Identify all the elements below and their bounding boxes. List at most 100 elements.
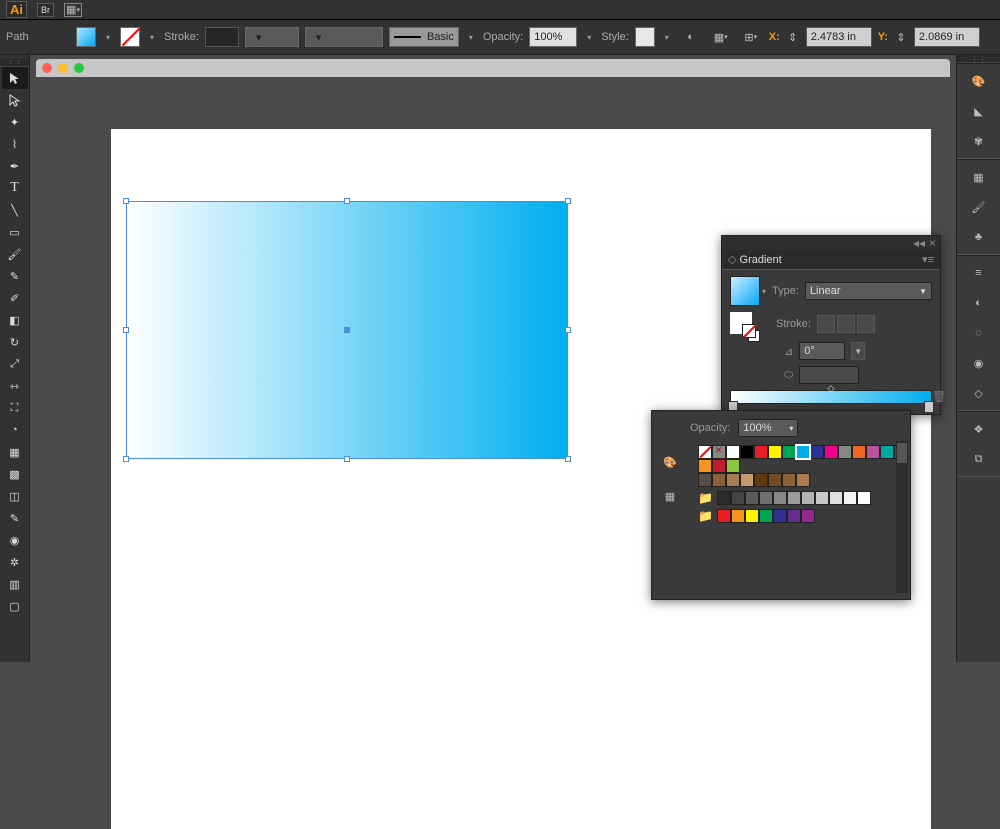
- swatch[interactable]: [712, 445, 726, 459]
- sel-handle-tc[interactable]: [344, 198, 350, 204]
- swatch[interactable]: [773, 491, 787, 505]
- fill-swatch[interactable]: [76, 27, 96, 47]
- artboard-tool[interactable]: ▢: [2, 595, 28, 617]
- sel-handle-ml[interactable]: [123, 327, 129, 333]
- swatch[interactable]: [843, 491, 857, 505]
- y-link-icon[interactable]: ⇕: [894, 25, 908, 49]
- transparency-panel-icon[interactable]: ◌: [965, 322, 993, 344]
- swatch[interactable]: [745, 509, 759, 523]
- stroke-swatch[interactable]: [120, 27, 140, 47]
- gradient-preview-swatch[interactable]: [730, 276, 760, 306]
- line-tool[interactable]: ╲: [2, 199, 28, 221]
- gradient-panel-header[interactable]: ◇ Gradient ▾≡: [722, 250, 940, 270]
- swatch[interactable]: [712, 473, 726, 487]
- recolor-icon[interactable]: ◐: [679, 25, 703, 49]
- scrollbar-thumb[interactable]: [897, 443, 907, 463]
- scale-tool[interactable]: ⤢: [2, 353, 28, 375]
- gradient-tool[interactable]: ◫: [2, 485, 28, 507]
- swatch[interactable]: [787, 491, 801, 505]
- swatch[interactable]: [787, 509, 801, 523]
- swatch[interactable]: [857, 491, 871, 505]
- brush-def-dropdown[interactable]: ▾: [305, 27, 383, 47]
- swatch[interactable]: [801, 491, 815, 505]
- dock-grip[interactable]: [957, 55, 1000, 63]
- swatch[interactable]: [731, 509, 745, 523]
- swatch[interactable]: [726, 459, 740, 473]
- swatch[interactable]: [754, 473, 768, 487]
- kuler-icon[interactable]: ✾: [965, 130, 993, 152]
- swatch[interactable]: [712, 459, 726, 473]
- swatch[interactable]: [880, 445, 894, 459]
- pencil-tool[interactable]: ✎: [2, 265, 28, 287]
- panel-close-icon[interactable]: ×: [929, 236, 936, 250]
- swatch[interactable]: [815, 491, 829, 505]
- appearance-panel-icon[interactable]: ◉: [965, 352, 993, 374]
- gradient-midpoint-icon[interactable]: ◇: [828, 383, 835, 394]
- swatch[interactable]: [773, 509, 787, 523]
- style-dropdown[interactable]: ▾: [661, 27, 673, 47]
- stroke-panel-icon[interactable]: ≡: [965, 262, 993, 284]
- swatch[interactable]: [698, 473, 712, 487]
- sw-opacity-input[interactable]: 100%▾: [738, 419, 798, 437]
- brush-dropdown[interactable]: ▾: [465, 27, 477, 47]
- toolbar-grip[interactable]: [0, 59, 29, 67]
- symbols-panel-icon[interactable]: ♣: [965, 226, 993, 248]
- swatch[interactable]: [782, 473, 796, 487]
- graphic-styles-icon[interactable]: ◇: [965, 382, 993, 404]
- swatch[interactable]: [698, 445, 712, 459]
- fill-dropdown[interactable]: ▾: [102, 27, 114, 47]
- swatch[interactable]: [810, 445, 824, 459]
- brush-preview[interactable]: Basic: [389, 27, 459, 47]
- selected-gradient-rectangle[interactable]: [127, 202, 567, 458]
- zoom-window-icon[interactable]: [74, 63, 84, 73]
- swatch[interactable]: [740, 445, 754, 459]
- sel-handle-tl[interactable]: [123, 198, 129, 204]
- swatch[interactable]: [796, 445, 810, 459]
- swatch[interactable]: [782, 445, 796, 459]
- direct-selection-tool[interactable]: [2, 89, 28, 111]
- variable-width-profile[interactable]: ▾: [245, 27, 299, 47]
- swatch[interactable]: [717, 491, 731, 505]
- sel-handle-tr[interactable]: [565, 198, 571, 204]
- color-mode-icon[interactable]: 🎨: [658, 451, 682, 473]
- panel-menu-icon[interactable]: ▾≡: [922, 253, 934, 266]
- gradient-panel-icon[interactable]: ◐: [965, 292, 993, 314]
- close-window-icon[interactable]: [42, 63, 52, 73]
- y-value-input[interactable]: [914, 27, 980, 47]
- swatch[interactable]: [801, 509, 815, 523]
- swatches-scrollbar[interactable]: [896, 441, 908, 593]
- swatch[interactable]: [838, 445, 852, 459]
- swatch[interactable]: [829, 491, 843, 505]
- angle-dropdown[interactable]: ▼: [851, 342, 865, 360]
- arrange-windows-icon[interactable]: ▦▾: [64, 3, 82, 17]
- column-graph-tool[interactable]: ▥: [2, 573, 28, 595]
- opacity-input[interactable]: 100%: [529, 27, 577, 47]
- rectangle-tool[interactable]: ▭: [2, 221, 28, 243]
- swatch[interactable]: [759, 491, 773, 505]
- transform-icon[interactable]: ⊞▾: [739, 25, 763, 49]
- stroke-gradient-mode[interactable]: [817, 315, 875, 333]
- swatch[interactable]: [796, 473, 810, 487]
- swatch[interactable]: [768, 473, 782, 487]
- delete-stop-icon[interactable]: 🗑: [932, 390, 946, 403]
- document-titlebar[interactable]: [36, 59, 950, 77]
- magic-wand-tool[interactable]: ✦: [2, 111, 28, 133]
- sel-handle-bl[interactable]: [123, 456, 129, 462]
- swatches-panel-icon[interactable]: ▦: [965, 166, 993, 188]
- mesh-tool[interactable]: ▩: [2, 463, 28, 485]
- color-panel-icon[interactable]: 🎨: [965, 70, 993, 92]
- swatch[interactable]: [759, 509, 773, 523]
- artboards-panel-icon[interactable]: ⧉: [965, 448, 993, 470]
- swatch[interactable]: [754, 445, 768, 459]
- layers-panel-icon[interactable]: ❖: [965, 418, 993, 440]
- stroke-weight-input[interactable]: [205, 27, 239, 47]
- panel-collapse-icon[interactable]: ◂◂: [913, 236, 925, 250]
- perspective-grid-tool[interactable]: ▦: [2, 441, 28, 463]
- swatch[interactable]: [726, 445, 740, 459]
- sel-handle-bc[interactable]: [344, 456, 350, 462]
- pen-tool[interactable]: ✒: [2, 155, 28, 177]
- minimize-window-icon[interactable]: [58, 63, 68, 73]
- gradient-type-select[interactable]: Linear▼: [805, 282, 932, 300]
- aspect-ratio-input[interactable]: [799, 366, 859, 384]
- rotate-tool[interactable]: ↻: [2, 331, 28, 353]
